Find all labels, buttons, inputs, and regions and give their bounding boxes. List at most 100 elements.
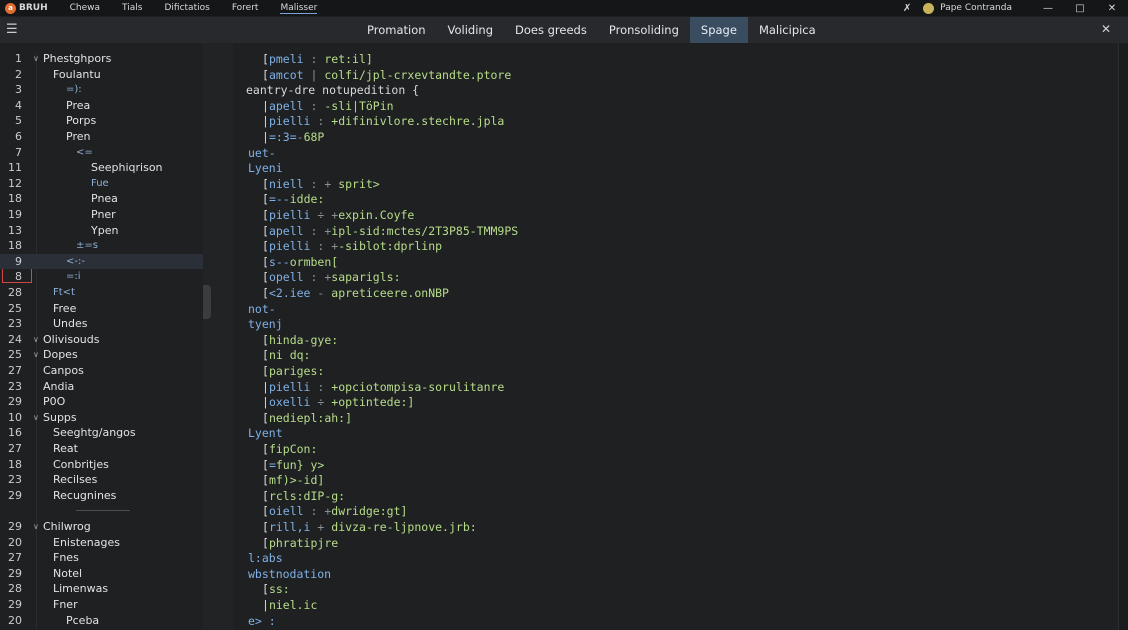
code-line[interactable]: [=fun} y>: [262, 458, 324, 474]
expand-chevron-icon[interactable]: ∨: [33, 410, 39, 426]
tree-row[interactable]: 2 Foulantu: [0, 67, 203, 83]
code-line[interactable]: |niel.ic: [262, 598, 317, 614]
tree-row[interactable]: 29 ∨ Chilwrog: [0, 519, 203, 535]
code-line[interactable]: uet-: [248, 146, 276, 162]
code-line[interactable]: [niell : + sprit>: [262, 177, 380, 193]
code-line[interactable]: tyenj: [248, 317, 283, 333]
close-tab-icon[interactable]: ✕: [1101, 22, 1111, 36]
menu-malisser[interactable]: Malisser: [280, 3, 318, 14]
code-line[interactable]: [nediepl:ah:]: [262, 411, 352, 427]
tree-row[interactable]: 28 Limenwas: [0, 581, 203, 597]
tree-row[interactable]: 12 Fue: [0, 176, 203, 192]
minimize-icon[interactable]: —: [1032, 3, 1064, 14]
maximize-icon[interactable]: □: [1064, 3, 1096, 14]
tree-row[interactable]: 23 Undes: [0, 316, 203, 332]
tree-row[interactable]: 19 Pner: [0, 207, 203, 223]
code-editor[interactable]: [pmeli : ret:il] [amcot | colfi/jpl-crxev…: [233, 43, 1118, 630]
code-line[interactable]: [oiell : +dwridge:gt]: [262, 504, 407, 520]
tree-row[interactable]: 7 <=: [0, 145, 203, 161]
tree-row[interactable]: 27 Fnes: [0, 550, 203, 566]
code-line[interactable]: |pielli : +difinivlore.stechre.jpla: [262, 114, 504, 130]
code-line[interactable]: [pariges:: [262, 364, 324, 380]
code-line[interactable]: [hinda-gye:: [262, 333, 338, 349]
code-line[interactable]: Lyent: [248, 426, 283, 442]
code-line[interactable]: |apell : -sli|TöPin: [262, 99, 394, 115]
tree-row[interactable]: 9 <-:-: [0, 253, 203, 270]
code-line[interactable]: Lyeni: [248, 161, 283, 177]
code-line[interactable]: [pielli ÷ +expin.Coyfe: [262, 208, 414, 224]
code-line[interactable]: [phratipjre: [262, 536, 338, 552]
code-line[interactable]: [=--idde:: [262, 192, 324, 208]
code-line[interactable]: [fipCon:: [262, 442, 317, 458]
code-line[interactable]: |oxelli ÷ +optintede:]: [262, 395, 414, 411]
expand-chevron-icon[interactable]: ∨: [33, 332, 39, 348]
code-line[interactable]: [ni dq:: [262, 348, 310, 364]
code-line[interactable]: [pielli : +-siblot:dprlinp: [262, 239, 442, 255]
tree-row[interactable]: 25 ∨ Dopes: [0, 347, 203, 363]
tree-row[interactable]: 11 Seephiqrison: [0, 160, 203, 176]
code-line[interactable]: not-: [248, 302, 276, 318]
tab-does-greeds[interactable]: Does greeds: [504, 17, 598, 43]
tree-row[interactable]: 5 Porps: [0, 113, 203, 129]
expand-chevron-icon[interactable]: ∨: [33, 519, 39, 535]
tree-row[interactable]: 24 ∨ Olivisouds: [0, 332, 203, 348]
code-line[interactable]: e> :: [248, 614, 276, 630]
tree-row[interactable]: 29 P0O: [0, 394, 203, 410]
expand-chevron-icon[interactable]: ∨: [33, 51, 39, 67]
tree-row[interactable]: 4 Prea: [0, 98, 203, 114]
tree-row[interactable]: 27 Canpos: [0, 363, 203, 379]
tools-icon[interactable]: ✗: [891, 3, 923, 14]
code-line[interactable]: [mf)>-id]: [262, 473, 324, 489]
code-line[interactable]: [ss:: [262, 582, 290, 598]
tab-spage[interactable]: Spage: [689, 17, 748, 43]
tree-row[interactable]: 23 Andia: [0, 379, 203, 395]
tree-row[interactable]: 25 Free: [0, 301, 203, 317]
hamburger-menu-icon[interactable]: ☰: [6, 22, 18, 37]
close-window-icon[interactable]: ✕: [1096, 3, 1128, 14]
code-line[interactable]: wbstnodation: [248, 567, 331, 583]
code-line[interactable]: l:abs: [248, 551, 283, 567]
code-line[interactable]: |pielli : +opciotompisa-sorulitanre: [262, 380, 504, 396]
menu-forert[interactable]: Forert: [232, 3, 259, 13]
code-line[interactable]: [pmeli : ret:il]: [262, 52, 373, 68]
code-line[interactable]: [apell : +ipl-sid:mctes/2T3P85-TMM9PS: [262, 224, 518, 240]
code-line[interactable]: [<2.iee - apreticeere.onNBP: [262, 286, 449, 302]
code-line[interactable]: [s--ormben[: [262, 255, 338, 271]
expand-chevron-icon[interactable]: ∨: [33, 347, 39, 363]
tree-row[interactable]: 28 Ft<t: [0, 285, 203, 301]
tree-row[interactable]: 27 Reat: [0, 441, 203, 457]
tree-row[interactable]: 20 Enistenages: [0, 535, 203, 551]
code-line[interactable]: [rill,i + divza-re-ljpnove.jrb:: [262, 520, 477, 536]
tree-row[interactable]: 29 Notel: [0, 566, 203, 582]
tree-row[interactable]: 18 Conbritjes: [0, 457, 203, 473]
tree-row[interactable]: 16 Seeghtg/angos: [0, 425, 203, 441]
avatar[interactable]: [923, 2, 935, 14]
pane-resize-handle[interactable]: [203, 285, 211, 319]
tree-row[interactable]: 8 =:i: [0, 269, 203, 285]
code-line[interactable]: [amcot | colfi/jpl-crxevtandte.ptore: [262, 68, 511, 84]
tab-promation[interactable]: Promation: [356, 17, 437, 43]
tree-row[interactable]: 18 ±=s: [0, 238, 203, 254]
tree-row[interactable]: 18 Pnea: [0, 191, 203, 207]
tree-row[interactable]: 1 ∨ Phestghpors: [0, 51, 203, 67]
tree-row[interactable]: 13 Ypen: [0, 223, 203, 239]
profile-label[interactable]: Pape Contranda: [940, 3, 1012, 13]
tab-voliding[interactable]: Voliding: [437, 17, 504, 43]
menu-tials[interactable]: Tials: [122, 3, 142, 13]
menu-difictatios[interactable]: Difictatios: [164, 3, 209, 13]
tree-row[interactable]: 29 Recugnines: [0, 488, 203, 504]
tab-pronsoliding[interactable]: Pronsoliding: [598, 17, 690, 43]
code-line[interactable]: eantry-dre notupedition {: [246, 83, 419, 99]
tree-row[interactable]: 10 ∨ Supps: [0, 410, 203, 426]
tree-row[interactable]: 3 =):: [0, 82, 203, 98]
code-line[interactable]: [opell : +saparigls:: [262, 270, 401, 286]
code-line[interactable]: [rcls:dIP-g:: [262, 489, 345, 505]
code-line[interactable]: |=:3=-68P: [262, 130, 324, 146]
tree-row[interactable]: 20 Pceba: [0, 613, 203, 629]
tree-row[interactable]: 23 Recilses: [0, 472, 203, 488]
tree-row[interactable]: 29 Fner: [0, 597, 203, 613]
tab-malicipica[interactable]: Malicipica: [748, 17, 827, 43]
tree-row[interactable]: 6 Pren: [0, 129, 203, 145]
vertical-scrollbar[interactable]: [1118, 43, 1128, 630]
menu-chewa[interactable]: Chewa: [70, 3, 100, 13]
